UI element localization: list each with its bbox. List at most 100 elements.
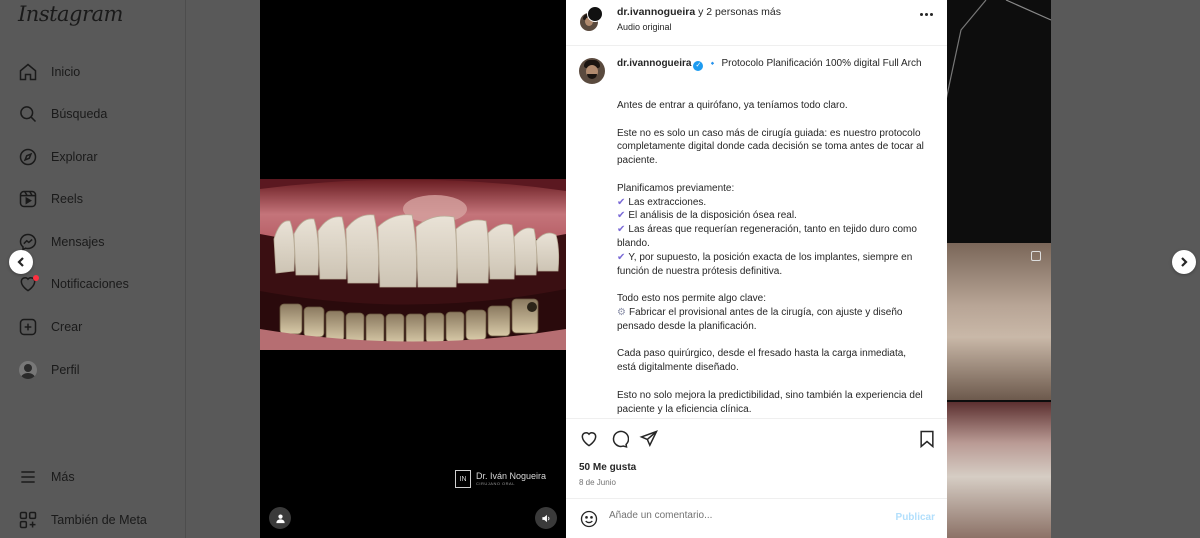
chevron-right-icon bbox=[1181, 257, 1188, 267]
background-post-preview bbox=[946, 0, 1051, 538]
collaborators-text[interactable]: y 2 personas más bbox=[698, 6, 781, 18]
check-icon: ✔ bbox=[617, 196, 626, 208]
gear-icon: ⚙ bbox=[617, 306, 626, 318]
blue-diamond-emoji: 🔹 bbox=[707, 59, 718, 68]
watermark: IN Dr. Iván Nogueira CIRUJANO ORAL bbox=[455, 470, 546, 488]
mute-button[interactable] bbox=[535, 507, 557, 529]
sidebar-item-messages[interactable]: Mensajes bbox=[18, 228, 178, 256]
sidebar-item-also-from-meta[interactable]: También de Meta bbox=[18, 506, 178, 534]
share-button[interactable] bbox=[639, 429, 659, 449]
tagged-users-button[interactable] bbox=[269, 507, 291, 529]
comment-bar: Publicar bbox=[566, 498, 947, 538]
check-icon: ✔ bbox=[617, 251, 626, 263]
sidebar-item-label: Búsqueda bbox=[51, 107, 108, 121]
previous-post-button[interactable] bbox=[9, 250, 33, 274]
comment-icon bbox=[612, 430, 630, 448]
sidebar-item-label: Perfil bbox=[51, 363, 80, 377]
sidebar-item-create[interactable]: Crear bbox=[18, 313, 178, 341]
sidebar-item-label: Notificaciones bbox=[51, 277, 129, 291]
sidebar-item-home[interactable]: Inicio bbox=[18, 58, 178, 86]
post-date[interactable]: 8 de Junio bbox=[579, 478, 616, 487]
dental-photo bbox=[260, 179, 566, 350]
sidebar-item-search[interactable]: Búsqueda bbox=[18, 100, 178, 128]
publish-button[interactable]: Publicar bbox=[896, 512, 935, 523]
comment-input[interactable] bbox=[609, 510, 879, 521]
caption-header: dr.ivannogueira ✓ 🔹 Protocolo Planificación… bbox=[617, 57, 927, 71]
background-post-image bbox=[946, 243, 1051, 400]
watermark-logo: IN bbox=[455, 470, 471, 488]
like-button[interactable] bbox=[579, 429, 599, 449]
search-icon bbox=[18, 104, 38, 124]
sidebar-item-notifications[interactable]: Notificaciones bbox=[18, 270, 178, 298]
check-icon: ✔ bbox=[617, 224, 626, 236]
watermark-name: Dr. Iván Nogueira bbox=[476, 471, 547, 481]
checklist-item: ✔ El análisis de la disposición ósea real… bbox=[617, 210, 797, 222]
sidebar-item-label: Reels bbox=[51, 192, 83, 206]
caption-paragraph: Cada paso quirúrgico, desde el fresado h… bbox=[617, 348, 907, 374]
checklist-item: ✔ Las áreas que requerían regeneración, t… bbox=[617, 224, 917, 249]
post-caption: dr.ivannogueira ✓ 🔹 Protocolo Planificación… bbox=[566, 47, 947, 417]
caption-paragraph: Antes de entrar a quirófano, ya teníamos… bbox=[617, 100, 848, 111]
grid-icon bbox=[18, 510, 38, 530]
carousel-icon bbox=[1031, 251, 1041, 261]
save-button[interactable] bbox=[917, 429, 937, 449]
messenger-icon bbox=[18, 232, 38, 252]
sidebar-item-reels[interactable]: Reels bbox=[18, 185, 178, 213]
chevron-left-icon bbox=[17, 257, 24, 267]
emoji-button[interactable] bbox=[579, 509, 599, 529]
next-post-button[interactable] bbox=[1172, 250, 1196, 274]
sidebar-item-more[interactable]: Más bbox=[18, 463, 178, 491]
caption-paragraph: Este no es solo un caso más de cirugía g… bbox=[617, 127, 924, 167]
smiley-icon bbox=[580, 510, 598, 528]
caption-username[interactable]: dr.ivannogueira bbox=[617, 58, 691, 69]
audio-label[interactable]: Audio original bbox=[617, 22, 672, 32]
sidebar-item-label: Mensajes bbox=[51, 235, 105, 249]
caption-checklist: Planificamos previamente: ✔ Las extraccio… bbox=[617, 182, 927, 279]
caption-line: Planificamos previamente: bbox=[617, 182, 735, 194]
compass-icon bbox=[18, 147, 38, 167]
bookmark-icon bbox=[920, 430, 934, 449]
reels-icon bbox=[18, 189, 38, 209]
plus-square-icon bbox=[18, 317, 38, 337]
notification-dot bbox=[33, 275, 39, 281]
menu-icon bbox=[18, 467, 38, 487]
heart-icon bbox=[581, 432, 597, 447]
caption-body: Antes de entrar a quirófano, ya teníamos… bbox=[617, 99, 927, 417]
more-options-button[interactable] bbox=[920, 13, 933, 16]
heart-icon bbox=[18, 274, 39, 294]
gear-item: ⚙ Fabricar el provisional antes de la cir… bbox=[617, 306, 903, 332]
watermark-subtitle: CIRUJANO ORAL bbox=[476, 481, 515, 486]
check-icon: ✔ bbox=[617, 210, 626, 222]
sidebar-item-profile[interactable]: Perfil bbox=[18, 356, 178, 384]
checklist-item: ✔ Y, por supuesto, la posición exacta de … bbox=[617, 251, 913, 277]
instagram-logo[interactable]: Instagram bbox=[18, 2, 123, 26]
caption-title: Protocolo Planificación 100% digital Ful… bbox=[721, 58, 922, 69]
sidebar-item-label: Más bbox=[51, 470, 75, 484]
background-post-image bbox=[946, 0, 1051, 101]
author-username[interactable]: dr.ivannogueira bbox=[617, 6, 695, 18]
post-header: dr.ivannogueira y 2 personas más Audio o… bbox=[566, 0, 947, 46]
sidebar-item-label: Explorar bbox=[51, 150, 98, 164]
post-panel: dr.ivannogueira y 2 personas más Audio o… bbox=[566, 0, 947, 538]
caption-line: Todo esto nos permite algo clave: bbox=[617, 293, 766, 305]
caption-paragraph: Esto no solo mejora la predictibilidad, … bbox=[617, 389, 923, 415]
sidebar-item-label: También de Meta bbox=[51, 513, 147, 527]
home-icon bbox=[18, 62, 38, 82]
likes-count[interactable]: 50 Me gusta bbox=[579, 462, 636, 473]
user-icon bbox=[275, 514, 285, 523]
comment-button[interactable] bbox=[609, 429, 630, 449]
post-media[interactable]: IN Dr. Iván Nogueira CIRUJANO ORAL bbox=[260, 0, 566, 538]
sidebar-item-label: Inicio bbox=[51, 65, 81, 79]
checklist-item: ✔ Las extracciones. bbox=[617, 196, 707, 208]
caption-author-avatar[interactable] bbox=[579, 58, 605, 84]
post-authors: dr.ivannogueira y 2 personas más bbox=[617, 6, 781, 18]
post-actions: 50 Me gusta 8 de Junio bbox=[566, 418, 947, 498]
profile-avatar bbox=[18, 360, 38, 380]
sidebar-item-explore[interactable]: Explorar bbox=[18, 143, 178, 171]
verified-badge-icon: ✓ bbox=[693, 61, 704, 71]
send-icon bbox=[639, 430, 658, 448]
caption-key-point: Todo esto nos permite algo clave: ⚙ Fabri… bbox=[617, 292, 927, 333]
sidebar-item-label: Crear bbox=[51, 320, 83, 334]
background-post-image bbox=[946, 402, 1051, 538]
collaborator-avatar[interactable] bbox=[587, 6, 603, 22]
